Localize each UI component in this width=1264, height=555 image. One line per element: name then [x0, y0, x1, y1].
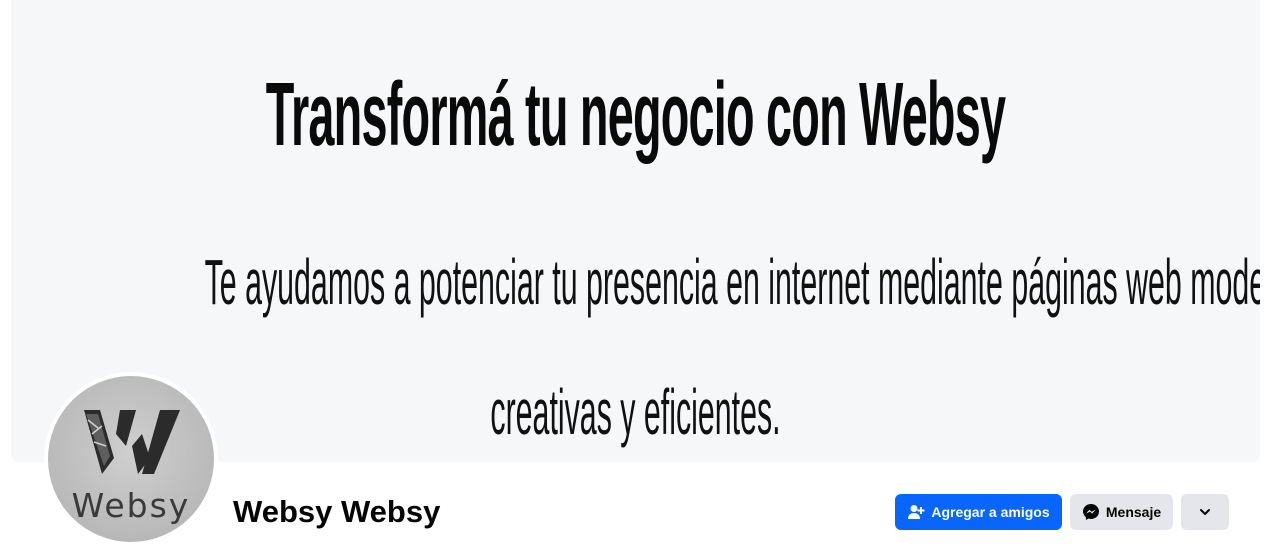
add-friend-icon — [907, 503, 925, 521]
avatar-label: Websy — [71, 486, 191, 525]
more-options-button[interactable] — [1181, 494, 1229, 530]
cover-headline: Transformá tu negocio con Websy — [265, 64, 1006, 165]
profile-avatar[interactable]: Websy — [44, 372, 218, 546]
cover-photo[interactable]: Transformá tu negocio con Websy Te ayuda… — [11, 0, 1260, 462]
profile-name[interactable]: Websy Websy — [233, 494, 440, 530]
add-friend-button[interactable]: Agregar a amigos — [895, 494, 1062, 530]
cover-subline-1: Te ayudamos a potenciar tu presencia en … — [204, 247, 1260, 319]
cover-subline-2: creativas y eficientes. — [490, 377, 781, 449]
avatar-image: Websy — [48, 376, 214, 542]
profile-page: Transformá tu negocio con Websy Te ayuda… — [0, 0, 1264, 555]
messenger-icon — [1082, 503, 1100, 521]
websy-w-logo-icon — [84, 410, 180, 474]
chevron-down-icon — [1196, 503, 1214, 521]
message-label: Mensaje — [1105, 504, 1162, 520]
add-friend-label: Agregar a amigos — [931, 504, 1050, 520]
message-button[interactable]: Mensaje — [1070, 494, 1173, 530]
